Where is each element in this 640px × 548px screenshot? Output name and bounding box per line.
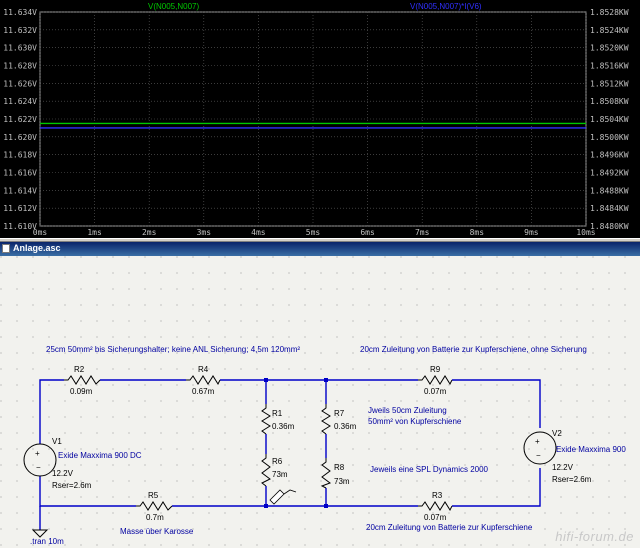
right-tick-label: 1.8516KW: [590, 62, 629, 71]
trace2-label[interactable]: V(N005,N007)*I(V6): [410, 2, 482, 11]
right-tick-label: 1.8524KW: [590, 26, 629, 35]
x-tick-label: 6ms: [360, 228, 375, 237]
resistor-R9-name: R9: [430, 365, 441, 374]
right-tick-label: 1.8496KW: [590, 151, 629, 160]
left-tick-label: 11.616V: [3, 169, 37, 178]
x-tick-label: 4ms: [251, 228, 266, 237]
right-tick-label: 1.8480KW: [590, 222, 629, 231]
resistor-R3-value: 0.07m: [424, 513, 447, 522]
resistor-R2-name: R2: [74, 365, 85, 374]
right-tick-label: 1.8484KW: [590, 204, 629, 213]
note-jeweils-line1[interactable]: Jweils 50cm Zuleitung: [368, 406, 447, 415]
right-tick-label: 1.8512KW: [590, 79, 629, 88]
resistor-R5-value: 0.7m: [146, 513, 164, 522]
resistor-R4-name: R4: [198, 365, 209, 374]
right-tick-label: 1.8492KW: [590, 169, 629, 178]
note-top-right[interactable]: 20cm Zuleitung von Batterie zur Kupfersc…: [360, 345, 587, 354]
resistor-R3-name: R3: [432, 491, 443, 500]
note-masse[interactable]: Masse über Karosse: [120, 527, 194, 536]
plot-traces: [40, 122, 586, 129]
x-tick-label: 10ms: [576, 228, 595, 237]
schematic-drawing[interactable]: R2 0.09m R4 0.67m R9 0.07m R5 0.7m R3 0.…: [0, 256, 640, 548]
left-tick-label: 11.634V: [3, 8, 37, 17]
left-tick-label: 11.632V: [3, 26, 37, 35]
left-tick-label: 11.622V: [3, 115, 37, 124]
schematic-window-title: Anlage.asc: [13, 243, 61, 253]
voltage-source-V1-model: Exide Maxxima 900 DC: [58, 451, 142, 460]
watermark-text: hifi-forum.de: [555, 529, 634, 544]
left-tick-label: 11.628V: [3, 62, 37, 71]
svg-text:+: +: [35, 449, 40, 458]
waveform-plot-pane[interactable]: 11.634V 11.632V 11.630V 11.628V 11.626V 11.62…: [0, 0, 640, 238]
schematic-canvas[interactable]: R2 0.09m R4 0.67m R9 0.07m R5 0.7m R3 0.…: [0, 256, 640, 548]
waveform-plot[interactable]: 11.634V 11.632V 11.630V 11.628V 11.626V 11.62…: [0, 0, 640, 238]
voltage-source-V1-name: V1: [52, 437, 62, 446]
voltage-source-V2-voltage: 12.2V: [552, 463, 574, 472]
x-tick-label: 8ms: [470, 228, 485, 237]
right-tick-label: 1.8528KW: [590, 8, 629, 17]
left-tick-label: 11.614V: [3, 186, 37, 195]
voltage-source-V2-model: Exide Maxxima 900: [556, 445, 626, 454]
note-bottom-right[interactable]: 20cm Zuleitung von Batterie zur Kupfersc…: [366, 523, 533, 532]
voltage-source-V2-rser: Rser=2.6m: [552, 475, 592, 484]
left-tick-label: 11.620V: [3, 133, 37, 142]
left-tick-label: 11.624V: [3, 97, 37, 106]
spice-directive[interactable]: .tran 10m: [30, 537, 64, 546]
x-axis: 0ms 1ms 2ms 3ms 4ms 5ms 6ms 7ms 8ms 9ms 10ms: [33, 228, 596, 237]
resistor-R9-value: 0.07m: [424, 387, 447, 396]
x-tick-label: 0ms: [33, 228, 48, 237]
schematic-title-bar[interactable]: Anlage.asc: [0, 242, 640, 256]
left-tick-label: 11.626V: [3, 79, 37, 88]
note-jeweils-line2[interactable]: 50mm² von Kupferschiene: [368, 417, 462, 426]
resistor-R1-value: 0.36m: [272, 422, 295, 431]
resistor-R8-name: R8: [334, 463, 345, 472]
plot-grid: [39, 11, 587, 227]
svg-text:+: +: [535, 437, 540, 446]
grid-dots: [0, 256, 640, 548]
resistor-R1-name: R1: [272, 409, 283, 418]
voltage-source-V2-name: V2: [552, 429, 562, 438]
note-spl[interactable]: Jeweils eine SPL Dynamics 2000: [370, 465, 489, 474]
right-tick-label: 1.8504KW: [590, 115, 629, 124]
right-axis: 1.8528KW 1.8524KW 1.8520KW 1.8516KW 1.8512KW…: [590, 8, 629, 231]
resistor-R5-name: R5: [148, 491, 159, 500]
resistor-R8-value: 73m: [334, 477, 350, 486]
resistor-R6-value: 73m: [272, 470, 288, 479]
svg-text:−: −: [36, 463, 41, 472]
right-tick-label: 1.8500KW: [590, 133, 629, 142]
note-top-left[interactable]: 25cm 50mm² bis Sicherungshalter; keine A…: [46, 345, 300, 354]
x-tick-label: 7ms: [415, 228, 430, 237]
schematic-file-icon: [2, 244, 10, 253]
left-tick-label: 11.612V: [3, 204, 37, 213]
voltage-source-V1-rser: Rser=2.6m: [52, 481, 92, 490]
left-tick-label: 11.630V: [3, 44, 37, 53]
left-axis: 11.634V 11.632V 11.630V 11.628V 11.626V 11.62…: [3, 8, 37, 231]
right-tick-label: 1.8520KW: [590, 44, 629, 53]
right-tick-label: 1.8488KW: [590, 186, 629, 195]
voltage-source-V1-voltage: 12.2V: [52, 469, 74, 478]
resistor-R6-name: R6: [272, 457, 283, 466]
x-tick-label: 9ms: [524, 228, 539, 237]
resistor-R2-value: 0.09m: [70, 387, 93, 396]
resistor-R7-name: R7: [334, 409, 345, 418]
svg-text:−: −: [536, 451, 541, 460]
x-tick-label: 3ms: [197, 228, 212, 237]
x-tick-label: 5ms: [306, 228, 321, 237]
resistor-R4-value: 0.67m: [192, 387, 215, 396]
trace1-label[interactable]: V(N005,N007): [148, 2, 199, 11]
right-tick-label: 1.8508KW: [590, 97, 629, 106]
left-tick-label: 11.618V: [3, 151, 37, 160]
x-tick-label: 1ms: [87, 228, 102, 237]
x-tick-label: 2ms: [142, 228, 157, 237]
resistor-R7-value: 0.36m: [334, 422, 357, 431]
